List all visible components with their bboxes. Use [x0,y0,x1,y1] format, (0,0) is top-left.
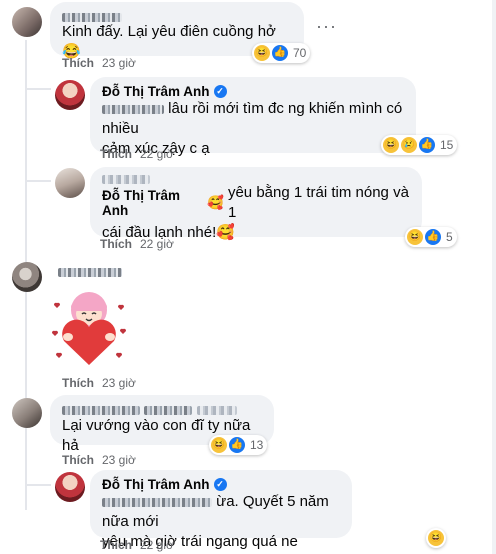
reaction-count: 5 [446,230,453,244]
timestamp[interactable]: 23 giờ [102,376,136,390]
heart-hug-sticker [48,285,130,367]
like-link[interactable]: Thích [62,376,94,390]
blurred-mention [102,175,150,185]
like-link[interactable]: Thích [62,453,94,467]
haha-reaction-icon: 😆 [428,530,444,546]
timestamp[interactable]: 23 giờ [102,56,136,70]
reaction-summary[interactable]: 😆 [426,528,446,548]
reaction-count: 70 [293,46,307,60]
comment-meta: Thích 23 giờ [62,453,136,467]
author-name[interactable]: Đỗ Thị Trâm Anh [102,84,210,99]
reaction-summary[interactable]: 😆 👍 70 [252,43,311,63]
like-link[interactable]: Thích [100,147,132,161]
comment-bubble: Đỗ Thị Trâm Anh 🥰 yêu bằng 1 trái tim nón… [90,167,422,241]
comment-meta: Thích 22 giờ [100,237,174,251]
timestamp[interactable]: 22 giờ [140,538,174,552]
like-link[interactable]: Thích [100,237,132,251]
like-link[interactable]: Thích [100,538,132,552]
reaction-count: 15 [440,138,454,152]
haha-reaction-icon: 😆 [407,229,423,245]
blurred-name [62,406,140,416]
avatar[interactable] [12,7,42,37]
author-name[interactable]: Đỗ Thị Trâm Anh [102,477,210,492]
heart-face-icon: 🥰 [207,195,224,210]
reply-connector [25,180,51,182]
haha-reaction-icon: 😆 [383,137,399,153]
author-name[interactable]: Đỗ Thị Trâm Anh [102,188,203,218]
scrollbar[interactable] [492,0,496,554]
haha-reaction-icon: 😆 [254,45,270,61]
comment-meta: Thích 23 giờ [62,56,136,70]
avatar[interactable] [55,168,85,198]
comment-meta: Thích 23 giờ [62,376,136,390]
like-link[interactable]: Thích [62,56,94,70]
haha-reaction-icon: 😆 [211,437,227,453]
avatar[interactable] [12,262,42,292]
timestamp[interactable]: 22 giờ [140,237,174,251]
blurred-name [62,13,122,23]
timestamp[interactable]: 22 giờ [140,147,174,161]
like-reaction-icon: 👍 [419,137,435,153]
sticker-image [51,292,127,365]
timestamp[interactable]: 23 giờ [102,453,136,467]
verified-badge-icon: ✓ [213,478,227,491]
comment-text: yêu bằng 1 trái tim nóng và 1 [227,184,409,221]
reaction-summary[interactable]: 😆 👍 5 [405,227,457,247]
reaction-summary[interactable]: 😆 👍 13 [209,435,268,455]
avatar[interactable] [12,398,42,428]
reaction-count: 13 [250,438,264,452]
verified-badge-icon: ✓ [213,85,227,98]
comment-bubble: Đỗ Thị Trâm Anh ✓ ừa. Quyết 5 năm nữa mới… [90,470,352,550]
blurred-mention [102,497,212,507]
comment-meta: Thích 22 giờ [100,538,174,552]
comment-meta: Thích 22 giờ [100,147,174,161]
reply-connector [25,484,51,486]
blurred-name [58,268,122,278]
like-reaction-icon: 👍 [229,437,245,453]
avatar[interactable] [55,472,85,502]
reply-connector [25,88,51,90]
reaction-summary[interactable]: 😆 😢 👍 15 [381,135,458,155]
blurred-mention [102,104,164,114]
like-reaction-icon: 👍 [272,45,288,61]
sad-reaction-icon: 😢 [401,137,417,153]
like-reaction-icon: 👍 [425,229,441,245]
more-options-icon[interactable]: ··· [316,16,337,37]
avatar[interactable] [55,80,85,110]
comment-bubble: Đỗ Thị Trâm Anh ✓ lâu rồi mới tìm đc ng k… [90,77,416,157]
